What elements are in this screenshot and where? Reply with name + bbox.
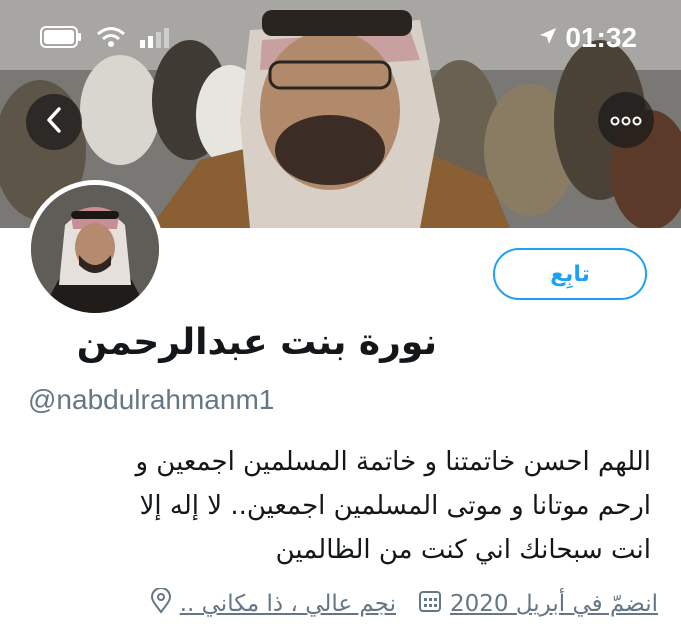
calendar-icon bbox=[418, 589, 442, 619]
location-arrow-icon bbox=[539, 27, 557, 49]
profile-location[interactable]: نجم عالي ، ذا مكاني .. bbox=[150, 587, 396, 620]
wifi-icon bbox=[96, 26, 126, 52]
bio-line: ارحم موتانا و موتى المسلمين اجمعين.. لا … bbox=[139, 491, 651, 521]
profile-bio: اللهم احسن خاتمتنا و خاتمة المسلمين اجمع… bbox=[21, 440, 651, 572]
chevron-left-icon bbox=[44, 106, 64, 138]
display-name: نورة بنت عبدالرحمن bbox=[76, 322, 437, 363]
profile-meta: انضمّ في أبريل 2020 نجم عالي ، ذا مكاني … bbox=[28, 584, 658, 624]
avatar-photo bbox=[31, 185, 159, 313]
status-bar: 01:32 bbox=[0, 0, 681, 72]
battery-icon bbox=[40, 26, 82, 52]
bio-line: انت سبحانك اني كنت من الظالمين bbox=[275, 535, 651, 565]
status-bar-left bbox=[40, 26, 170, 52]
bio-line: اللهم احسن خاتمتنا و خاتمة المسلمين اجمع… bbox=[135, 447, 651, 477]
back-button[interactable] bbox=[26, 94, 82, 150]
signal-bars-icon bbox=[140, 26, 170, 52]
location-text: نجم عالي ، ذا مكاني .. bbox=[179, 591, 396, 617]
user-handle: @nabdulrahmanm1 bbox=[28, 384, 275, 415]
joined-text: انضمّ في أبريل 2020 bbox=[450, 591, 658, 617]
status-bar-right: 01:32 bbox=[539, 22, 637, 54]
location-pin-icon bbox=[150, 587, 172, 620]
more-options-icon bbox=[610, 111, 642, 130]
follow-button[interactable]: تابِع bbox=[493, 248, 647, 300]
more-options-button[interactable] bbox=[598, 92, 654, 148]
status-time: 01:32 bbox=[565, 22, 637, 53]
joined-date: انضمّ في أبريل 2020 bbox=[418, 589, 658, 619]
avatar[interactable] bbox=[26, 180, 164, 318]
